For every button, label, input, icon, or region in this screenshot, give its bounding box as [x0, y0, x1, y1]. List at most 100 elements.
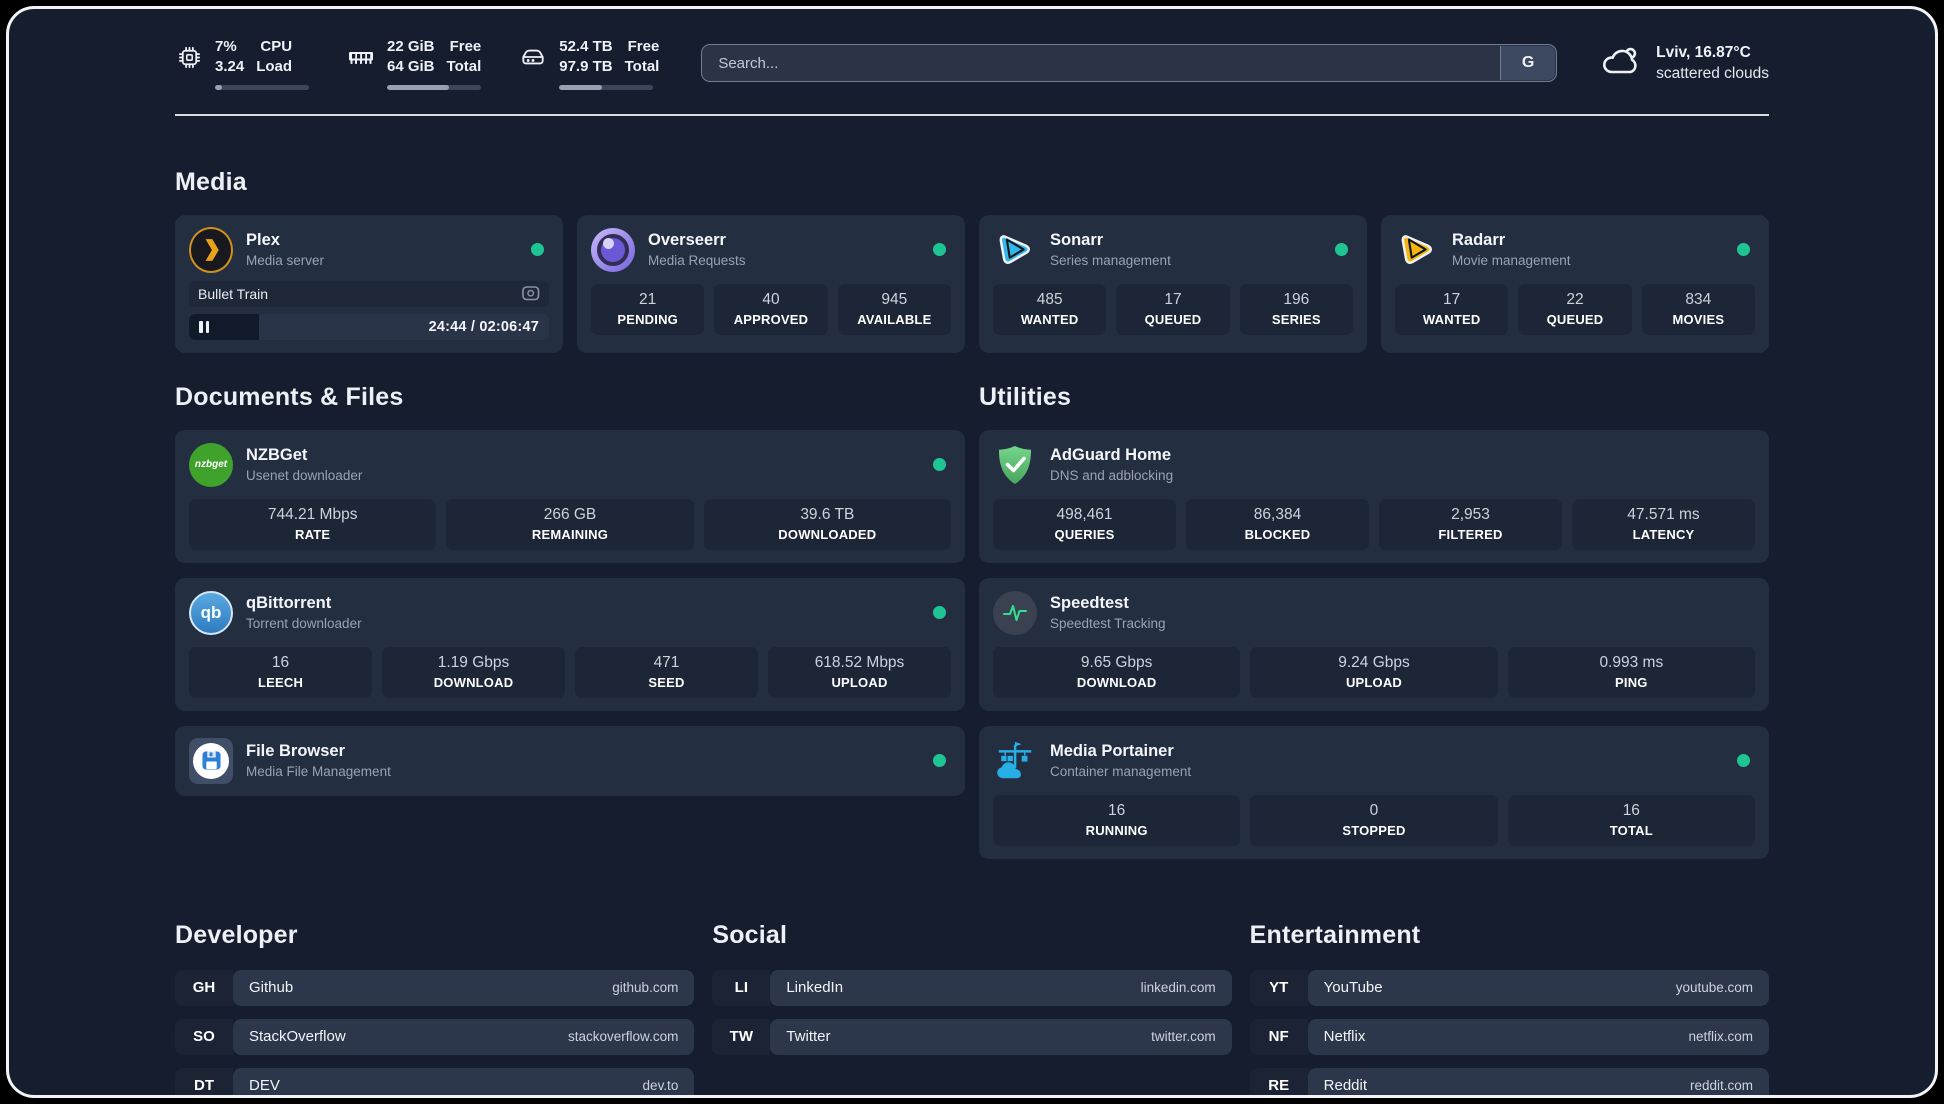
bookmark-stackoverflow[interactable]: SO StackOverflow stackoverflow.com	[175, 1018, 695, 1055]
disk-total-label: Total	[624, 58, 660, 76]
bookmark-name: StackOverflow	[249, 1028, 346, 1045]
card-subtitle: Usenet downloader	[246, 468, 363, 483]
cpu-widget: 7% 3.24 CPU Load	[175, 37, 309, 90]
card-subtitle: Series management	[1050, 253, 1171, 268]
status-indicator	[531, 243, 544, 256]
bookmark-name: Twitter	[786, 1028, 831, 1045]
card-title: qBittorrent	[246, 594, 332, 612]
card-subtitle: Torrent downloader	[246, 616, 362, 631]
bookmark-abbr: RE	[1249, 1067, 1308, 1095]
speedtest-card[interactable]: Speedtest Speedtest Tracking 9.65 Gbps D…	[979, 577, 1769, 711]
session-info-icon[interactable]	[522, 286, 540, 301]
weather-widget[interactable]: Lviv, 16.87°C scattered clouds	[1599, 42, 1769, 85]
playback-progress-bar[interactable]: 24:44 / 02:06:47	[189, 313, 549, 340]
card-subtitle: DNS and adblocking	[1050, 468, 1174, 483]
portainer-icon	[993, 739, 1037, 783]
bookmark-url: youtube.com	[1675, 980, 1753, 995]
bookmark-youtube[interactable]: YT YouTube youtube.com	[1249, 969, 1769, 1006]
weather-condition: scattered clouds	[1656, 65, 1769, 83]
section-title-media: Media	[175, 167, 247, 196]
stat-series: 196 SERIES	[1239, 283, 1353, 335]
stat-total: 16 TOTAL	[1507, 794, 1755, 846]
sonarr-card[interactable]: Sonarr Series management 485 WANTED 17 Q…	[979, 214, 1367, 353]
search-engine-button[interactable]: G	[1500, 46, 1556, 81]
bookmark-name: YouTube	[1323, 979, 1383, 996]
bookmark-abbr: DT	[175, 1067, 233, 1095]
bookmark-url: reddit.com	[1689, 1078, 1753, 1093]
status-indicator	[933, 606, 946, 619]
playback-time: 24:44 / 02:06:47	[428, 318, 539, 335]
bookmark-netflix[interactable]: NF Netflix netflix.com	[1249, 1018, 1769, 1055]
bookmark-name: Reddit	[1323, 1077, 1368, 1094]
stat-stopped: 0 STOPPED	[1250, 794, 1498, 846]
dashboard: 7% 3.24 CPU Load 22 GiB 64 GiB Free Tota…	[9, 9, 1935, 1095]
section-title-developer: Developer	[175, 920, 298, 949]
card-subtitle: Media server	[246, 253, 325, 268]
top-bar: 7% 3.24 CPU Load 22 GiB 64 GiB Free Tota…	[175, 9, 1769, 90]
cpu-load-value: 3.24	[215, 58, 245, 76]
stat-download: 9.65 Gbps DOWNLOAD	[993, 646, 1241, 698]
disk-icon	[519, 43, 547, 71]
stat-available: 945 AVAILABLE	[837, 283, 951, 335]
status-indicator	[1335, 243, 1348, 256]
disk-free-value: 52.4 TB	[559, 38, 613, 55]
bookmark-abbr: GH	[175, 969, 233, 1006]
memory-widget: 22 GiB 64 GiB Free Total	[347, 37, 481, 90]
card-subtitle: Movie management	[1452, 253, 1571, 268]
stat-rate: 744.21 Mbps RATE	[189, 498, 437, 550]
card-title: NZBGet	[246, 446, 308, 464]
stat-queued: 22 QUEUED	[1518, 283, 1632, 335]
bookmark-name: LinkedIn	[786, 979, 844, 996]
qbittorrent-icon: qb	[189, 590, 233, 635]
now-playing-row: Bullet Train	[189, 280, 549, 307]
portainer-card[interactable]: Media Portainer Container management 16 …	[979, 725, 1769, 859]
card-title: AdGuard Home	[1050, 446, 1172, 464]
bookmark-name: Netflix	[1323, 1028, 1366, 1045]
ram-icon	[347, 43, 375, 71]
ram-total-value: 64 GiB	[387, 58, 435, 76]
bookmark-github[interactable]: GH Github github.com	[175, 969, 695, 1006]
filebrowser-card[interactable]: File Browser Media File Management	[175, 725, 965, 796]
social-column: Social LI LinkedIn linkedin.com TW Twitt…	[712, 921, 1232, 1096]
card-title: File Browser	[246, 742, 346, 760]
stat-latency: 47.571 ms LATENCY	[1572, 498, 1755, 550]
overseerr-icon	[591, 227, 635, 272]
ram-progress-fill	[387, 84, 450, 90]
sonarr-icon	[993, 228, 1037, 272]
card-subtitle: Container management	[1050, 764, 1192, 779]
plex-card[interactable]: Plex Media server Bullet Train 24:44 / 0…	[175, 214, 563, 353]
search-bar: G	[701, 44, 1558, 83]
stat-remaining: 266 GB REMAINING	[446, 498, 694, 550]
nzbget-card[interactable]: nzbget NZBGet Usenet downloader 744.21 M…	[175, 429, 965, 563]
adguard-card[interactable]: AdGuard Home DNS and adblocking 498,461 …	[979, 429, 1769, 563]
plex-icon	[189, 226, 233, 273]
card-subtitle: Media Requests	[648, 253, 746, 268]
stat-filtered: 2,953 FILTERED	[1379, 498, 1562, 550]
stat-approved: 40 APPROVED	[714, 283, 828, 335]
card-subtitle: Media File Management	[246, 764, 391, 779]
bookmark-url: github.com	[612, 980, 679, 995]
cpu-progress-bar	[215, 84, 309, 90]
now-playing-title: Bullet Train	[198, 285, 269, 302]
bookmark-dev[interactable]: DT DEV dev.to	[175, 1067, 695, 1095]
stat-downloaded: 39.6 TB DOWNLOADED	[703, 498, 951, 550]
bookmark-abbr: TW	[712, 1018, 771, 1055]
pause-icon[interactable]	[199, 320, 209, 333]
card-title: Media Portainer	[1050, 742, 1174, 760]
overseerr-card[interactable]: Overseerr Media Requests 21 PENDING 40 A…	[577, 214, 965, 353]
ram-progress-bar	[387, 84, 481, 90]
disk-total-value: 97.9 TB	[559, 58, 613, 76]
stat-seed: 471 SEED	[575, 646, 758, 698]
ram-free-value: 22 GiB	[387, 38, 435, 55]
stat-movies: 834 MOVIES	[1641, 283, 1755, 335]
card-subtitle: Speedtest Tracking	[1050, 616, 1166, 631]
stat-running: 16 RUNNING	[993, 794, 1241, 846]
search-input[interactable]	[701, 44, 1558, 83]
bookmark-linkedin[interactable]: LI LinkedIn linkedin.com	[712, 969, 1232, 1006]
qbittorrent-card[interactable]: qb qBittorrent Torrent downloader 16 LEE…	[175, 577, 965, 711]
bookmark-reddit[interactable]: RE Reddit reddit.com	[1249, 1067, 1769, 1095]
bookmark-twitter[interactable]: TW Twitter twitter.com	[712, 1018, 1232, 1055]
radarr-card[interactable]: Radarr Movie management 17 WANTED 22 QUE…	[1381, 214, 1769, 353]
cpu-label: CPU	[260, 38, 293, 55]
bookmark-abbr: SO	[175, 1018, 233, 1055]
